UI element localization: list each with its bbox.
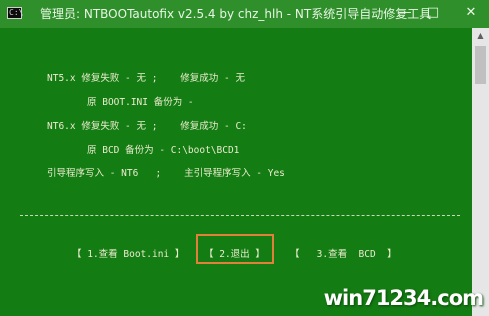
watermark: win71234.com bbox=[323, 286, 484, 310]
maximize-button[interactable]: □ bbox=[421, 0, 445, 28]
view-bcd-button[interactable]: 【 3.查看 BCD 】 bbox=[290, 246, 397, 260]
console-line-bcd-backup: 原 BCD 备份为 - C:\boot\BCD1 bbox=[87, 145, 240, 156]
console-line-boot-write: 引导程序写入 - NT6 ; 主引导程序写入 - Yes bbox=[47, 168, 285, 179]
separator-line bbox=[20, 215, 460, 216]
view-boot-ini-button[interactable]: 【 1.查看 Boot.ini 】 bbox=[72, 246, 184, 260]
scroll-up-icon[interactable]: ▲ bbox=[472, 28, 489, 44]
console-icon: C:\ bbox=[7, 7, 24, 19]
console-line-nt6-status: NT6.x 修复失败 - 无 ; 修复成功 - C: bbox=[47, 121, 247, 132]
scrollbar-thumb[interactable] bbox=[475, 46, 486, 84]
minimize-button[interactable]: — bbox=[393, 0, 417, 28]
close-button[interactable]: ✕ bbox=[459, 0, 483, 28]
console-line-nt5-status: NT5.x 修复失败 - 无 ; 修复成功 - 无 bbox=[47, 73, 245, 84]
vertical-scrollbar[interactable]: ▲ bbox=[472, 28, 489, 316]
console-output: NT5.x 修复失败 - 无 ; 修复成功 - 无 原 BOOT.INI 备份为… bbox=[0, 28, 472, 316]
window-title: 管理员: NTBOOTautofix v2.5.4 by chz_hlh - N… bbox=[40, 7, 432, 21]
console-window: C:\ 管理员: NTBOOTautofix v2.5.4 by chz_hlh… bbox=[0, 0, 489, 316]
title-bar[interactable]: C:\ 管理员: NTBOOTautofix v2.5.4 by chz_hlh… bbox=[0, 0, 489, 28]
console-line-bootini-backup: 原 BOOT.INI 备份为 - bbox=[87, 97, 194, 108]
exit-button[interactable]: 【 2.退出 】 bbox=[204, 246, 265, 260]
